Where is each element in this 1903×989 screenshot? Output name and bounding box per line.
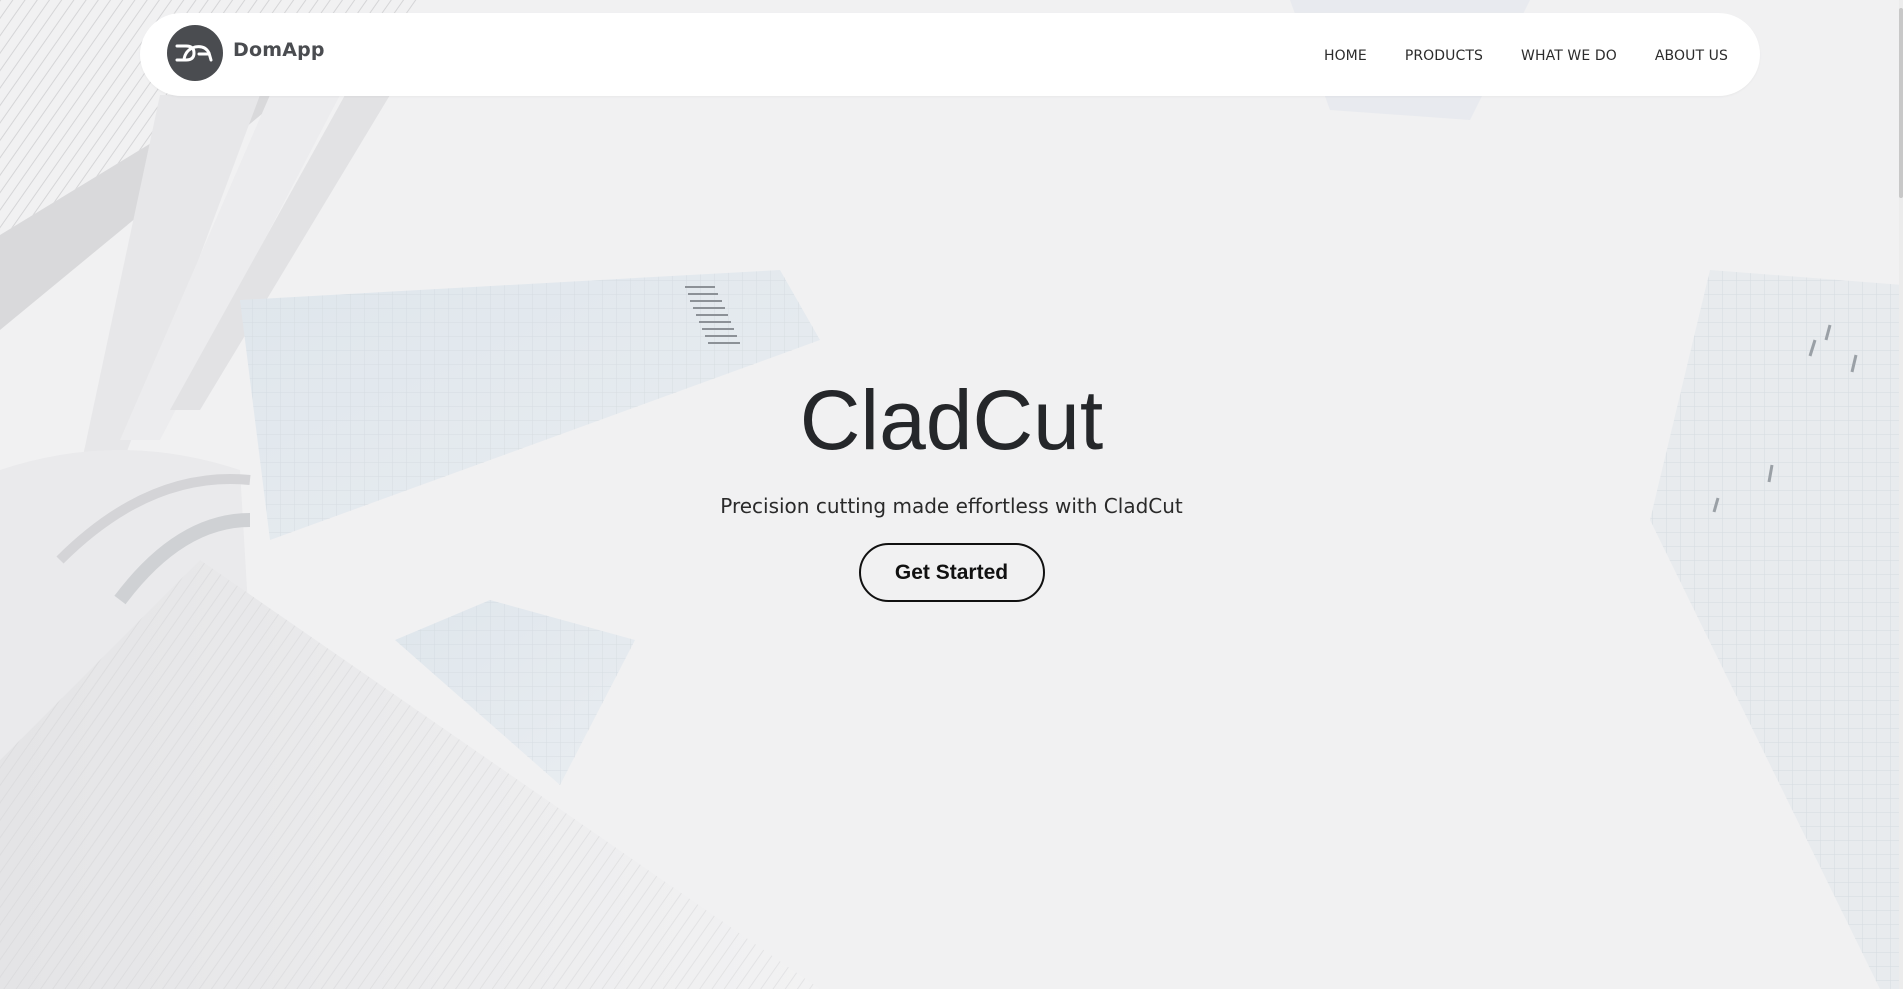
hero-title: CladCut [799, 373, 1104, 467]
navbar: DomApp HOME PRODUCTS WHAT WE DO ABOUT US [140, 13, 1760, 96]
nav-link-products[interactable]: PRODUCTS [1405, 48, 1483, 64]
nav-item-products: PRODUCTS [1405, 45, 1483, 64]
brand-link[interactable]: DomApp [167, 25, 325, 81]
nav-link-home[interactable]: HOME [1324, 48, 1367, 64]
get-started-button[interactable]: Get Started [858, 543, 1045, 602]
hero-section: CladCut Precision cutting made effortles… [0, 370, 1903, 602]
domapp-logo-icon [167, 25, 223, 81]
nav-link-what-we-do[interactable]: WHAT WE DO [1521, 48, 1617, 64]
nav-item-home: HOME [1324, 45, 1367, 64]
brand-name: DomApp [233, 39, 325, 61]
nav-item-what-we-do: WHAT WE DO [1521, 45, 1617, 64]
hero-subtitle: Precision cutting made effortless with C… [720, 494, 1183, 518]
scrollbar-thumb[interactable] [1899, 8, 1903, 198]
nav-item-about-us: ABOUT US [1655, 45, 1728, 64]
nav-menu: HOME PRODUCTS WHAT WE DO ABOUT US [1324, 13, 1728, 96]
nav-link-about-us[interactable]: ABOUT US [1655, 48, 1728, 64]
